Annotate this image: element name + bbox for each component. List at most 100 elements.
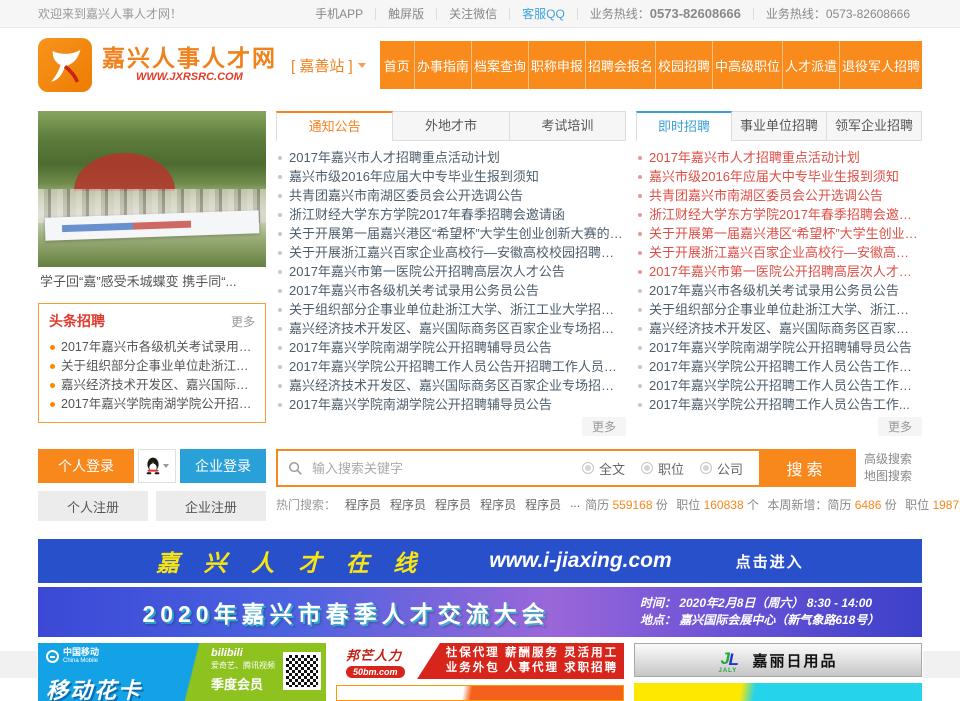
main-content: 学子回“嘉”感受禾城蝶变 携手同“... 头条招聘 更多 2017年嘉兴市各级机…: [38, 111, 922, 436]
map-search-link[interactable]: 地图搜索: [864, 468, 922, 485]
nav-home[interactable]: 首页: [380, 41, 414, 89]
job-item[interactable]: 关于组织部分企事业单位赴浙江大学、浙江工业大...: [636, 300, 922, 319]
search-input[interactable]: [310, 460, 582, 477]
job-item[interactable]: 2017年嘉兴市人才招聘重点活动计划: [636, 148, 922, 167]
nav-campus[interactable]: 校园招聘: [655, 41, 712, 89]
banner1-title: 嘉 兴 人 才 在 线: [156, 544, 425, 578]
ad-china-mobile[interactable]: 中国移动 China Mobile 移动花卡 bilibili 爱奇艺、腾讯视频…: [38, 643, 326, 701]
headline-item[interactable]: 嘉兴经济技术开发区、嘉兴国际商务...: [49, 376, 257, 395]
notice-item[interactable]: 关于开展第一届嘉兴港区“希望杯”大学生创业创新大赛的通知: [276, 224, 626, 243]
hot-term[interactable]: 程序员: [345, 496, 381, 513]
headline-item[interactable]: 关于组织部分企事业单位赴浙江大学...: [49, 357, 257, 376]
hot-term-ellipsis: ...: [570, 496, 580, 513]
topbar-link-qq[interactable]: 客服QQ: [509, 8, 577, 20]
job-item[interactable]: 2017年嘉兴市各级机关考试录用公务员公告: [636, 281, 922, 300]
nav-veterans[interactable]: 退役军人招聘: [839, 41, 922, 89]
scope-label: 全文: [599, 459, 625, 478]
site-logo-icon[interactable]: [38, 38, 92, 92]
job-item[interactable]: 嘉兴市级2016年应届大中专毕业生报到须知: [636, 167, 922, 186]
notice-item[interactable]: 嘉兴经济技术开发区、嘉兴国际商务区百家企业专场招聘会公告: [276, 376, 626, 395]
ad-partial-strip[interactable]: [634, 683, 922, 701]
nav-title-apply[interactable]: 职称申报: [528, 41, 585, 89]
tab-notices[interactable]: 通知公告: [276, 111, 393, 141]
nav-senior-jobs[interactable]: 中高级职位: [712, 41, 782, 89]
notice-item[interactable]: 2017年嘉兴学院南湖学院公开招聘辅导员公告: [276, 338, 626, 357]
job-item[interactable]: 2017年嘉兴学院公开招聘工作人员公告工作...: [636, 395, 922, 414]
qr-code: [283, 652, 321, 690]
scope-radio-position[interactable]: 职位: [641, 459, 684, 478]
notice-item[interactable]: 2017年嘉兴学院南湖学院公开招聘辅导员公告: [276, 395, 626, 414]
bangmang-services: 社保代理 薪酬服务 灵活用工 业务外包 人事代理 求职招聘: [440, 643, 624, 679]
hot-term[interactable]: 程序员: [390, 496, 426, 513]
station-selector[interactable]: [ 嘉善站 ]: [291, 55, 366, 76]
news-photo[interactable]: [38, 111, 266, 267]
tab-public-institution[interactable]: 事业单位招聘: [732, 111, 827, 141]
search-button[interactable]: 搜索: [759, 451, 854, 485]
topbar-link-wechat[interactable]: 关注微信: [436, 8, 509, 20]
notice-item[interactable]: 浙江财经大学东方学院2017年春季招聘会邀请函: [276, 205, 626, 224]
headline-more-link[interactable]: 更多: [231, 313, 255, 330]
personal-login-button[interactable]: 个人登录: [38, 449, 134, 483]
notice-item[interactable]: 关于组织部分企事业单位赴浙江大学、浙江工业大学招聘人才的...: [276, 300, 626, 319]
job-item[interactable]: 2017年嘉兴学院公开招聘工作人员公告工作人员...: [636, 357, 922, 376]
scope-radio-fulltext[interactable]: 全文: [582, 459, 625, 478]
qq-login-dropdown[interactable]: [138, 449, 176, 483]
nav-jobfair-signup[interactable]: 招聘会报名: [585, 41, 655, 89]
jiaxing-talent-online-banner[interactable]: 嘉 兴 人 才 在 线 www.i-jiaxing.com 点击进入: [38, 539, 922, 583]
job-item[interactable]: 2017年嘉兴学院公开招聘工作人员公告工作人员...: [636, 376, 922, 395]
headline-item[interactable]: 2017年嘉兴学院南湖学院公开招聘辅...: [49, 395, 257, 414]
banner1-cta: 点击进入: [736, 551, 804, 572]
notice-item[interactable]: 嘉兴经济技术开发区、嘉兴国际商务区百家企业专场招聘会公告: [276, 319, 626, 338]
page-bottom-right-gap: [923, 651, 960, 678]
job-item[interactable]: 2017年嘉兴市第一医院公开招聘高层次人才公告: [636, 262, 922, 281]
notice-item[interactable]: 2017年嘉兴市第一医院公开招聘高层次人才公告: [276, 262, 626, 281]
ads-row: 中国移动 China Mobile 移动花卡 bilibili 爱奇艺、腾讯视频…: [38, 643, 922, 701]
hot-term[interactable]: 程序员: [435, 496, 471, 513]
topbar-link-touch[interactable]: 触屏版: [375, 8, 436, 20]
topbar-link-app[interactable]: 手机APP: [303, 8, 375, 20]
company-login-button[interactable]: 企业登录: [180, 449, 266, 483]
headline-list: 2017年嘉兴市各级机关考试录用公务... 关于组织部分企事业单位赴浙江大学..…: [39, 335, 265, 422]
hot-term[interactable]: 程序员: [525, 496, 561, 513]
ad-bangmang[interactable]: 邦芒人力 50bm.com 社保代理 薪酬服务 灵活用工 业务外包 人事代理 求…: [336, 643, 624, 679]
tab-exam-training[interactable]: 考试培训: [510, 111, 626, 141]
hot-term[interactable]: 程序员: [480, 496, 516, 513]
nav-archives[interactable]: 档案查询: [471, 41, 528, 89]
nav-dispatch[interactable]: 人才派遣: [782, 41, 839, 89]
site-title-block[interactable]: 嘉兴人事人才网 WWW.JXRSRC.COM: [102, 46, 277, 84]
company-register-button[interactable]: 企业注册: [156, 491, 266, 521]
job-item[interactable]: 浙江财经大学东方学院2017年春季招聘会邀请函: [636, 205, 922, 224]
spring-jobfair-banner[interactable]: 2020年嘉兴市春季人才交流大会 时间： 2020年2月8日（周六） 8:30 …: [38, 587, 922, 637]
personal-register-button[interactable]: 个人注册: [38, 491, 148, 521]
tab-instant-jobs[interactable]: 即时招聘: [636, 111, 732, 141]
left-column: 学子回“嘉”感受禾城蝶变 携手同“... 头条招聘 更多 2017年嘉兴市各级机…: [38, 111, 266, 436]
notices-more-link[interactable]: 更多: [582, 417, 626, 436]
notice-column: 通知公告 外地才市 考试培训 2017年嘉兴市人才招聘重点活动计划 嘉兴市级20…: [276, 111, 626, 436]
tab-leading-enterprise[interactable]: 领军企业招聘: [827, 111, 922, 141]
photo-caption[interactable]: 学子回“嘉”感受禾城蝶变 携手同“...: [38, 267, 266, 295]
tab-other-city[interactable]: 外地才市: [393, 111, 509, 141]
ad-jaly[interactable]: J L JALY 嘉丽日用品: [634, 643, 922, 677]
job-item[interactable]: 关于开展浙江嘉兴百家企业高校行—安徽高校校园...: [636, 243, 922, 262]
headline-item[interactable]: 2017年嘉兴市各级机关考试录用公务...: [49, 338, 257, 357]
notice-item[interactable]: 关于开展浙江嘉兴百家企业高校行—安徽高校校园招聘活动的通...: [276, 243, 626, 262]
hotline-primary: 业务热线：0573-82608666: [577, 8, 753, 20]
notice-item[interactable]: 嘉兴市级2016年应届大中专毕业生报到须知: [276, 167, 626, 186]
job-item[interactable]: 嘉兴经济技术开发区、嘉兴国际商务区百家企业专...: [636, 319, 922, 338]
ad-partial-banner[interactable]: [336, 685, 624, 701]
china-mobile-icon: [46, 650, 59, 663]
notice-item[interactable]: 2017年嘉兴市各级机关考试录用公务员公告: [276, 281, 626, 300]
job-item[interactable]: 2017年嘉兴学院南湖学院公开招聘辅导员公告: [636, 338, 922, 357]
jobs-more-link[interactable]: 更多: [878, 417, 922, 436]
nav-guide[interactable]: 办事指南: [414, 41, 471, 89]
notice-item[interactable]: 共青团嘉兴市南湖区委员会公开选调公告: [276, 186, 626, 205]
job-item[interactable]: 关于开展第一届嘉兴港区“希望杯”大学生创业创...: [636, 224, 922, 243]
site-name: 嘉兴人事人才网: [102, 46, 277, 70]
login-search-section: 个人登录 企业登录 个人注册 企业注册: [38, 449, 922, 521]
job-item[interactable]: 共青团嘉兴市南湖区委员会公开选调公告: [636, 186, 922, 205]
advanced-search-link[interactable]: 高级搜索: [864, 451, 922, 468]
scope-radio-company[interactable]: 公司: [700, 459, 743, 478]
notice-item[interactable]: 2017年嘉兴市人才招聘重点活动计划: [276, 148, 626, 167]
headline-title: 头条招聘: [49, 311, 105, 331]
notice-item[interactable]: 2017年嘉兴学院公开招聘工作人员公告开招聘工作人员公告开...: [276, 357, 626, 376]
